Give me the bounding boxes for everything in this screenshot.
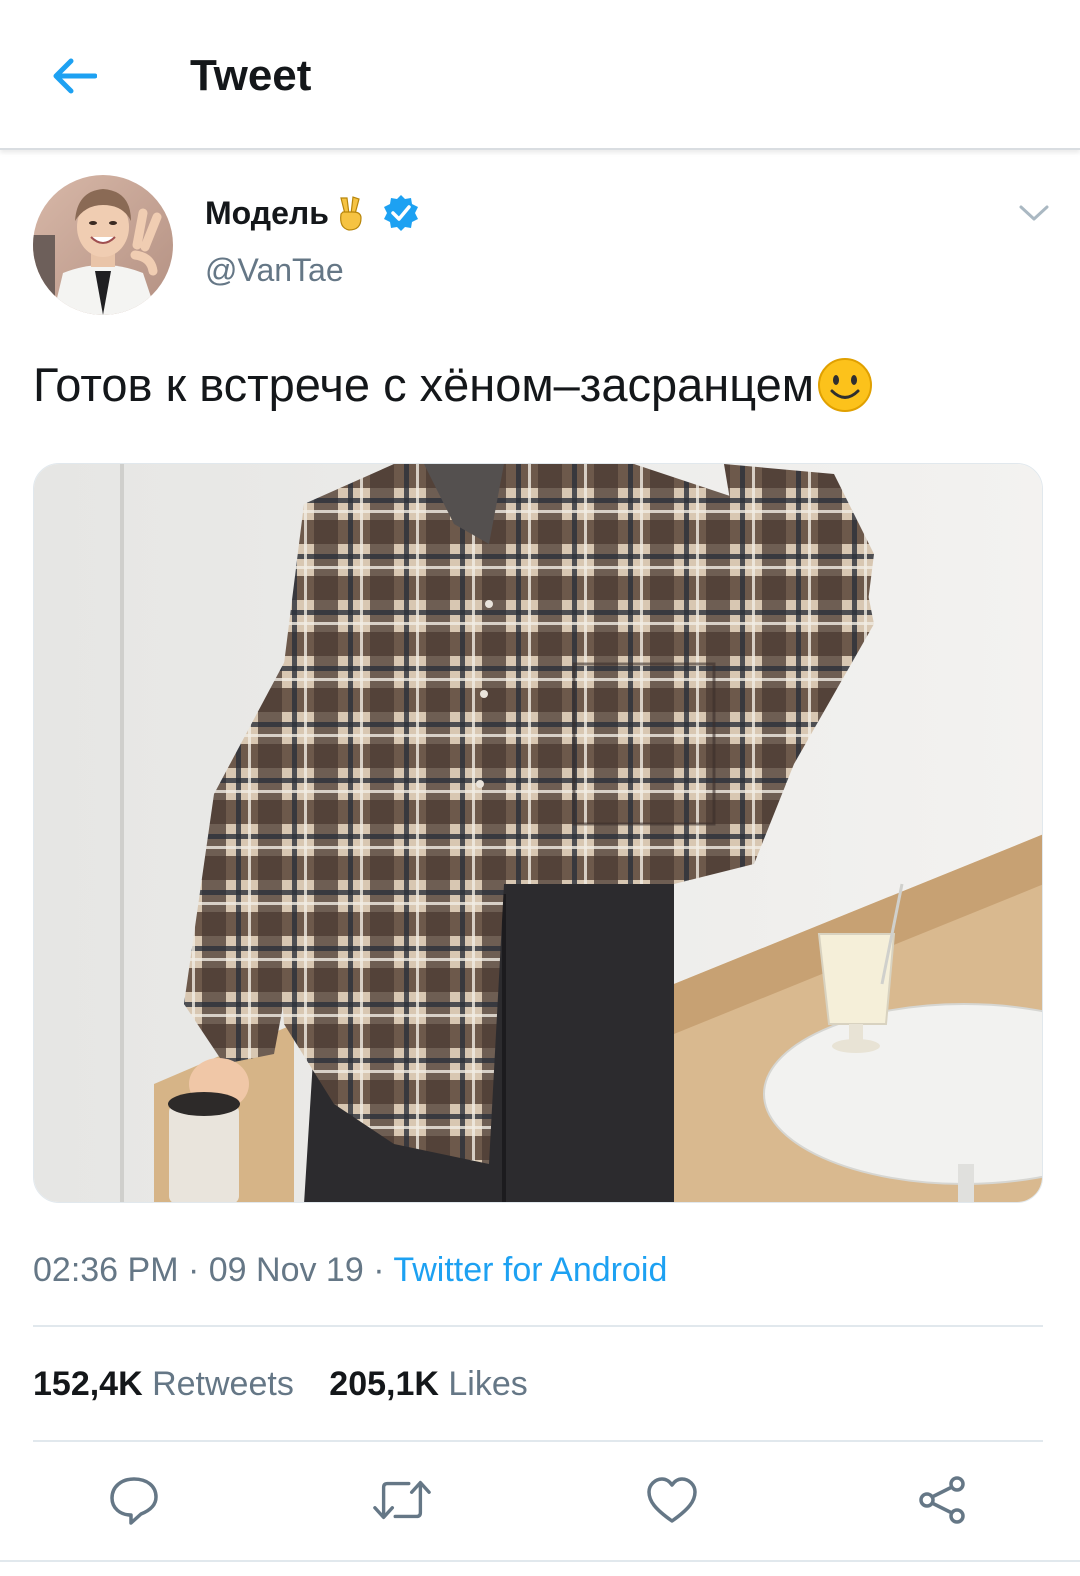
likes-label: Likes (448, 1365, 528, 1403)
meta-separator: · (178, 1251, 209, 1289)
retweets-label: Retweets (152, 1365, 294, 1403)
divider (33, 1325, 1043, 1327)
tweet-text: Готов к встрече с хёном–засранцем (33, 353, 874, 417)
reply-icon (110, 1477, 158, 1525)
tweet-source-link[interactable]: Twitter for Android (393, 1251, 667, 1289)
likes-stat[interactable]: 205,1K Likes (329, 1362, 527, 1406)
author-handle[interactable]: @VanTae (205, 250, 344, 290)
back-arrow-icon (53, 58, 97, 94)
like-icon (647, 1477, 697, 1523)
avatar-photo (33, 175, 173, 315)
likes-count: 205,1K (329, 1365, 439, 1403)
reply-button[interactable] (104, 1470, 164, 1530)
like-button[interactable] (642, 1470, 702, 1530)
tweet-text-content: Готов к встрече с хёном–засранцем (33, 358, 815, 411)
tweet-media-photo[interactable] (33, 463, 1043, 1203)
author-name-row[interactable]: Модель (205, 190, 421, 236)
retweets-count: 152,4K (33, 1365, 143, 1403)
tweet-time: 02:36 PM (33, 1251, 179, 1289)
retweet-icon (373, 1480, 431, 1520)
back-button[interactable] (46, 48, 102, 104)
victory-hand-emoji-icon (333, 194, 367, 232)
share-icon (919, 1476, 965, 1524)
divider (33, 1440, 1043, 1442)
divider (0, 1560, 1080, 1562)
chevron-down-icon (1019, 205, 1049, 221)
retweet-button[interactable] (372, 1470, 432, 1530)
tweet-stats: 152,4K Retweets 205,1K Likes (33, 1362, 528, 1406)
tweet-metadata: 02:36 PM · 09 Nov 19 · Twitter for Andro… (33, 1248, 667, 1292)
display-name: Модель (205, 195, 329, 231)
share-button[interactable] (912, 1470, 972, 1530)
verified-badge-icon (381, 193, 421, 233)
more-options-button[interactable] (1012, 195, 1056, 231)
retweets-stat[interactable]: 152,4K Retweets (33, 1362, 294, 1406)
meta-separator: · (363, 1251, 394, 1289)
avatar[interactable] (33, 175, 173, 315)
top-app-bar: Tweet (0, 0, 1080, 150)
tweet-date: 09 Nov 19 (208, 1251, 364, 1289)
smiling-face-emoji-icon (816, 356, 874, 414)
photo-plaid-shirt (34, 464, 1042, 1202)
page-title: Tweet (190, 51, 312, 100)
